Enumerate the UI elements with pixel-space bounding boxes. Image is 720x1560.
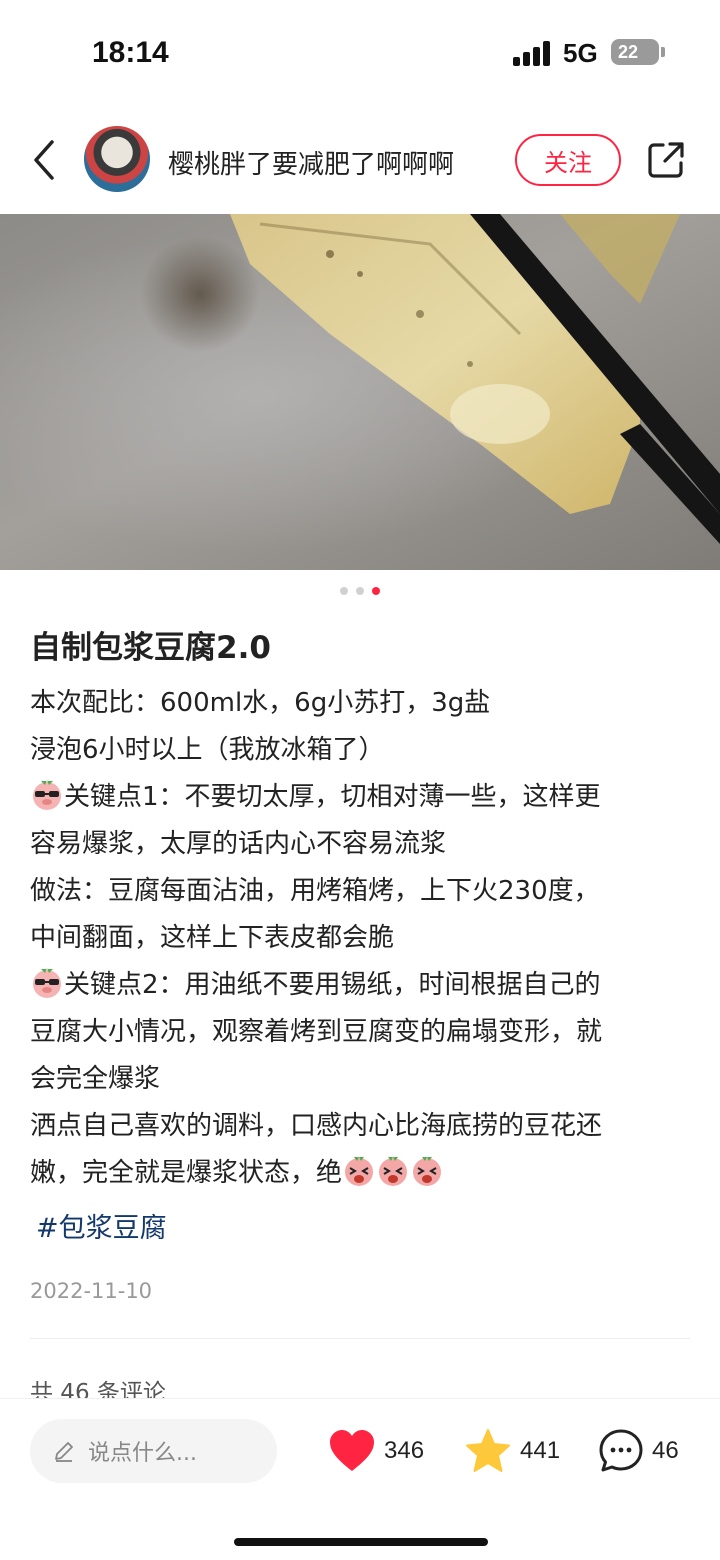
body-line-text: 容易爆浆，太厚的话内心不容易流浆 bbox=[30, 829, 447, 859]
star-icon bbox=[466, 1429, 510, 1472]
comment-count-label: 共 46 条评论 bbox=[30, 1380, 166, 1399]
carousel-indicator bbox=[0, 587, 720, 597]
divider bbox=[30, 1338, 690, 1339]
heart-icon bbox=[330, 1430, 374, 1471]
body-line: 嫩，完全就是爆浆状态，绝 bbox=[30, 1150, 694, 1197]
comment-count: 46 bbox=[652, 1437, 679, 1464]
body-line-text: 会完全爆浆 bbox=[30, 1064, 161, 1094]
post-header: 樱桃胖了要减肥了啊啊啊 关注 bbox=[0, 112, 720, 208]
back-arrow-icon[interactable] bbox=[28, 138, 62, 182]
favorite-count: 441 bbox=[520, 1437, 561, 1464]
body-line-text: 嫩，完全就是爆浆状态，绝 bbox=[30, 1158, 343, 1188]
comment-input[interactable]: 说点什么... bbox=[30, 1419, 277, 1483]
body-line: 豆腐大小情况，观察着烤到豆腐变的扁塌变形，就 bbox=[30, 1009, 694, 1056]
body-line: 浸泡6小时以上（我放冰箱了） bbox=[30, 727, 694, 774]
body-line-text: 做法：豆腐每面沾油，用烤箱烤，上下火230度， bbox=[30, 876, 600, 906]
network-type: 5G bbox=[563, 38, 598, 68]
body-line-text: 关键点1：不要切太厚，切相对薄一些，这样更 bbox=[64, 782, 601, 812]
battery-level: 22 bbox=[618, 41, 639, 62]
hashtag-link[interactable]: #包浆豆腐 bbox=[36, 1206, 167, 1245]
avatar[interactable] bbox=[84, 126, 150, 192]
body-line-text: 浸泡6小时以上（我放冰箱了） bbox=[30, 735, 385, 765]
laughing-pig-emoji bbox=[342, 1153, 376, 1187]
battery-cap bbox=[661, 47, 665, 57]
body-line: 中间翻面，这样上下表皮都会脆 bbox=[30, 915, 694, 962]
laughing-pig-emoji bbox=[376, 1153, 410, 1187]
body-line: 会完全爆浆 bbox=[30, 1056, 694, 1103]
comment-placeholder: 说点什么... bbox=[88, 1441, 197, 1466]
cool-pig-emoji bbox=[30, 777, 64, 811]
battery-icon: 22 bbox=[611, 39, 659, 65]
body-line-text: 关键点2：用油纸不要用锡纸，时间根据自己的 bbox=[64, 970, 601, 1000]
post-body: 本次配比：600ml水，6g小苏打，3g盐 浸泡6小时以上（我放冰箱了） 关键点… bbox=[30, 680, 694, 1197]
author-name[interactable]: 樱桃胖了要减肥了啊啊啊 bbox=[168, 144, 454, 181]
body-line: 本次配比：600ml水，6g小苏打，3g盐 bbox=[30, 680, 694, 727]
like-count: 346 bbox=[384, 1437, 425, 1464]
pen-icon bbox=[55, 1442, 73, 1462]
post-date: 2022-11-10 bbox=[30, 1279, 153, 1303]
body-line-text: 本次配比：600ml水，6g小苏打，3g盐 bbox=[30, 688, 491, 718]
post-title: 自制包浆豆腐2.0 bbox=[30, 630, 271, 666]
comment-bubble-icon bbox=[599, 1429, 643, 1472]
post-photo[interactable] bbox=[0, 214, 720, 570]
status-time: 18:14 bbox=[92, 36, 169, 69]
body-line: 洒点自己喜欢的调料，口感内心比海底捞的豆花还 bbox=[30, 1103, 694, 1150]
body-line-text: 洒点自己喜欢的调料，口感内心比海底捞的豆花还 bbox=[30, 1111, 603, 1141]
body-line: 做法：豆腐每面沾油，用烤箱烤，上下火230度， bbox=[30, 868, 694, 915]
body-line: 容易爆浆，太厚的话内心不容易流浆 bbox=[30, 821, 694, 868]
cool-pig-emoji bbox=[30, 965, 64, 999]
laughing-pig-emoji bbox=[410, 1153, 444, 1187]
comment-button[interactable]: 46 bbox=[598, 1427, 679, 1475]
body-line-text: 豆腐大小情况，观察着烤到豆腐变的扁塌变形，就 bbox=[30, 1017, 603, 1047]
like-button[interactable]: 346 bbox=[328, 1427, 424, 1475]
favorite-button[interactable]: 441 bbox=[464, 1427, 560, 1475]
share-icon[interactable] bbox=[646, 140, 686, 180]
carousel-dot bbox=[340, 587, 348, 595]
signal-icon bbox=[513, 40, 551, 66]
bottom-action-bar: 说点什么... 346 441 46 bbox=[0, 1398, 720, 1560]
follow-button[interactable]: 关注 bbox=[515, 134, 621, 186]
carousel-dot-active bbox=[372, 587, 380, 595]
carousel-dot bbox=[356, 587, 364, 595]
home-indicator[interactable] bbox=[234, 1538, 488, 1546]
body-line-text: 中间翻面，这样上下表皮都会脆 bbox=[30, 923, 395, 953]
body-line: 关键点2：用油纸不要用锡纸，时间根据自己的 bbox=[30, 962, 694, 1009]
status-bar: 18:14 5G 22 bbox=[0, 0, 720, 105]
body-line: 关键点1：不要切太厚，切相对薄一些，这样更 bbox=[30, 774, 694, 821]
